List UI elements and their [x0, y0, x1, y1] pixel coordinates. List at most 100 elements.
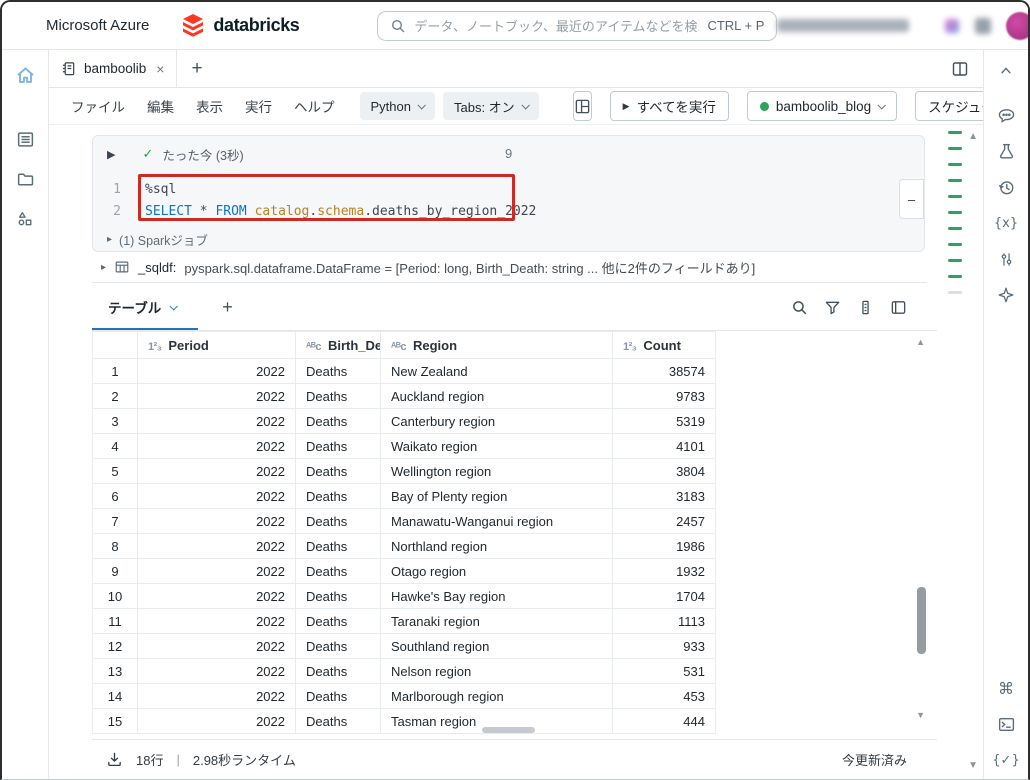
- cell-birth_death: Deaths: [296, 609, 381, 634]
- collapse-panel-icon[interactable]: [995, 60, 1017, 82]
- cell-count: 1932: [613, 559, 716, 584]
- column-header-period[interactable]: 1²₃Period: [138, 332, 296, 359]
- column-header-birth_death[interactable]: ᴬᴮᴄBirth_Death: [296, 332, 381, 359]
- menu-item-3[interactable]: 実行: [236, 91, 281, 121]
- tab-table[interactable]: テーブル: [92, 285, 198, 330]
- expand-arrow-icon[interactable]: ▸: [107, 234, 112, 245]
- table-row[interactable]: 112022DeathsTaranaki region1113: [93, 609, 716, 634]
- tabs-toggle[interactable]: Tabs: オン: [443, 92, 539, 120]
- table-row[interactable]: 42022DeathsWaikato region4101: [93, 434, 716, 459]
- run-cell-icon[interactable]: ▶: [107, 148, 115, 161]
- shortcuts-command-icon[interactable]: ⌘: [995, 677, 1017, 699]
- tab-bamboolib[interactable]: bamboolib ×: [49, 50, 177, 87]
- expand-arrow-icon[interactable]: ▸: [101, 262, 106, 273]
- menu-item-4[interactable]: ヘルプ: [285, 91, 344, 121]
- user-avatar[interactable]: [1006, 12, 1030, 40]
- cell-birth_death: Deaths: [296, 384, 381, 409]
- download-icon[interactable]: [106, 751, 123, 768]
- table-row[interactable]: 142022DeathsMarlborough region453: [93, 684, 716, 709]
- new-tab-button[interactable]: +: [177, 50, 216, 87]
- cell-region: Marlborough region: [381, 684, 613, 709]
- cell-minimap: [948, 131, 962, 294]
- row-number: 10: [93, 584, 138, 609]
- language-selector[interactable]: Python: [360, 92, 435, 120]
- catalog-shapes-icon[interactable]: [14, 208, 36, 230]
- side-panel-icon[interactable]: [890, 299, 907, 316]
- topbar-right: [777, 12, 1030, 40]
- table-row[interactable]: 62022DeathsBay of Plenty region3183: [93, 484, 716, 509]
- cell-period: 2022: [138, 709, 296, 734]
- layout-grid-button[interactable]: [573, 91, 592, 121]
- folder-icon[interactable]: [14, 168, 36, 190]
- environment-sliders-icon[interactable]: [995, 248, 1017, 270]
- table-row[interactable]: 12022DeathsNew Zealand38574: [93, 359, 716, 384]
- dataframe-table-icon: [114, 259, 130, 275]
- cell-collapse-handle[interactable]: –: [899, 179, 924, 219]
- table-row[interactable]: 22022DeathsAuckland region9783: [93, 384, 716, 409]
- databricks-logo[interactable]: databricks: [181, 13, 299, 38]
- global-search-input[interactable]: データ、ノートブック、最近のアイテムなどを検... CTRL + P: [377, 11, 777, 41]
- table-row[interactable]: 132022DeathsNelson region531: [93, 659, 716, 684]
- scroll-up-arrow[interactable]: ▲: [916, 337, 925, 347]
- code-cell[interactable]: ▶ ✓ たった今 (3秒) 9 1%sql2SELECT * FROM cata…: [92, 135, 925, 252]
- menu-item-1[interactable]: 編集: [138, 91, 183, 121]
- cell-count: 9783: [613, 384, 716, 409]
- spark-jobs-row[interactable]: ▸ (1) Sparkジョブ: [93, 227, 924, 251]
- home-icon[interactable]: [14, 64, 36, 86]
- menu-item-0[interactable]: ファイル: [62, 91, 134, 121]
- cell-region: Manawatu-Wanganui region: [381, 509, 613, 534]
- search-results-icon[interactable]: [791, 299, 808, 316]
- data-profile-icon[interactable]: [857, 299, 874, 316]
- cell-region: Bay of Plenty region: [381, 484, 613, 509]
- variables-icon[interactable]: {x}: [995, 212, 1017, 234]
- table-row[interactable]: 122022DeathsSouthland region933: [93, 634, 716, 659]
- table-row[interactable]: 82022DeathsNorthland region1986: [93, 534, 716, 559]
- experiments-icon[interactable]: [995, 140, 1017, 162]
- workspace-name-redacted[interactable]: [777, 19, 909, 32]
- cell-birth_death: Deaths: [296, 584, 381, 609]
- terminal-icon[interactable]: [995, 713, 1017, 735]
- table-row[interactable]: 102022DeathsHawke's Bay region1704: [93, 584, 716, 609]
- split-view-icon[interactable]: [951, 60, 969, 78]
- add-visualization-button[interactable]: +: [206, 285, 249, 330]
- table-row[interactable]: 32022DeathsCanterbury region5319: [93, 409, 716, 434]
- row-number-header: [93, 332, 138, 359]
- filter-icon[interactable]: [824, 299, 841, 316]
- code-editor[interactable]: 1%sql2SELECT * FROM catalog.schema.death…: [93, 172, 924, 227]
- results-tab-bar: テーブル +: [92, 285, 937, 331]
- sqldf-signature: pyspark.sql.dataframe.DataFrame = [Perio…: [184, 258, 755, 277]
- cell-period: 2022: [138, 684, 296, 709]
- code-line[interactable]: 1%sql: [93, 179, 924, 201]
- redacted-icon[interactable]: [975, 18, 991, 34]
- scroll-down-arrow[interactable]: ▼: [916, 710, 925, 720]
- row-number: 5: [93, 459, 138, 484]
- format-check-icon[interactable]: {✓}: [995, 749, 1017, 771]
- table-row[interactable]: 92022DeathsOtago region1932: [93, 559, 716, 584]
- workspace-list-icon[interactable]: [14, 128, 36, 150]
- cell-period: 2022: [138, 384, 296, 409]
- minimap-dash-executed: [948, 195, 962, 198]
- redacted-icon[interactable]: [945, 19, 959, 33]
- horizontal-scrollbar-thumb[interactable]: [482, 727, 535, 733]
- version-history-icon[interactable]: [995, 176, 1017, 198]
- assistant-sparkle-icon[interactable]: [995, 284, 1017, 306]
- close-tab-icon[interactable]: ×: [156, 61, 164, 77]
- run-all-button[interactable]: ▶ すべてを実行: [610, 91, 729, 121]
- notebook-scroll-down-arrow[interactable]: ▼: [968, 760, 978, 771]
- vertical-scrollbar-thumb[interactable]: [917, 587, 926, 654]
- menu-item-2[interactable]: 表示: [187, 91, 232, 121]
- table-row[interactable]: 72022DeathsManawatu-Wanganui region2457: [93, 509, 716, 534]
- cluster-status-dot: [760, 102, 769, 111]
- notebook-scroll-up-arrow[interactable]: ▲: [968, 131, 978, 142]
- row-number: 14: [93, 684, 138, 709]
- column-header-count[interactable]: 1²₃Count: [613, 332, 716, 359]
- sqldf-result-row[interactable]: ▸ _sqldf: pyspark.sql.dataframe.DataFram…: [92, 252, 927, 283]
- code-text: SELECT * FROM catalog.schema.deaths_by_r…: [145, 201, 536, 223]
- refreshed-status: 今更新済み: [842, 750, 907, 769]
- cluster-selector[interactable]: bamboolib_blog: [747, 91, 897, 121]
- table-row[interactable]: 52022DeathsWellington region3804: [93, 459, 716, 484]
- code-line[interactable]: 2SELECT * FROM catalog.schema.deaths_by_…: [93, 201, 924, 223]
- column-header-region[interactable]: ᴬᴮᴄRegion: [381, 332, 613, 359]
- comments-icon[interactable]: [995, 104, 1017, 126]
- table-row[interactable]: 152022DeathsTasman region444: [93, 709, 716, 734]
